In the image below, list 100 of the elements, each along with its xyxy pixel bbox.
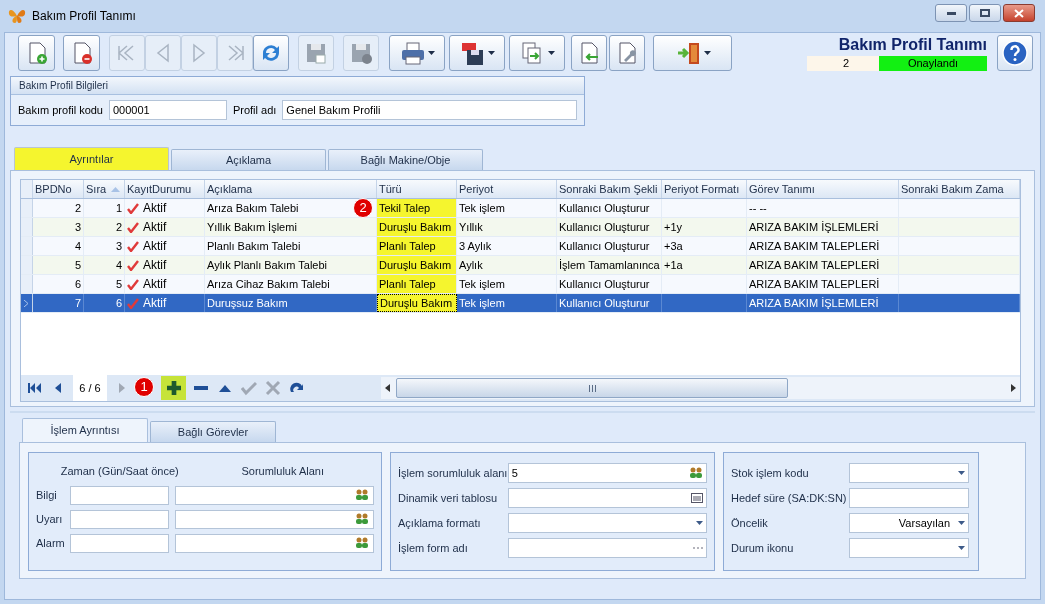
field-label: Hedef süre (SA:DK:SN) [731, 490, 848, 506]
import-button[interactable] [571, 35, 607, 71]
column-header[interactable]: Periyot Formatı [662, 180, 747, 198]
window-title: Bakım Profil Tanımı [32, 8, 136, 25]
field-label: Dinamik veri tablosu [398, 490, 499, 506]
dropdown-caret-icon [958, 521, 965, 525]
table-cell: 4 [84, 256, 125, 274]
pdf-button[interactable] [449, 35, 505, 71]
close-button[interactable] [1003, 4, 1035, 22]
field-label: Öncelik [731, 515, 769, 531]
text-field[interactable]: Genel Bakım Profili [282, 100, 577, 120]
tab[interactable]: Ayrıntılar [14, 147, 169, 170]
cancel-icon [265, 380, 281, 396]
dropdown-caret-icon [958, 546, 965, 550]
table-cell: Aylık [457, 256, 557, 274]
first-icon [26, 380, 42, 396]
new-button[interactable] [18, 35, 55, 71]
field-label: İşlem form adı [398, 540, 469, 556]
table-cell: ARIZA BAKIM TALEPLERİ [747, 237, 899, 255]
time-field[interactable] [69, 509, 170, 529]
check-icon [127, 297, 139, 309]
add-button[interactable] [161, 376, 186, 400]
responsibility-field[interactable] [175, 485, 374, 505]
time-field[interactable] [70, 533, 170, 553]
field-label: Uyarı [36, 511, 64, 527]
table-cell: 5 [84, 275, 125, 293]
status-label: Onaylandı [879, 55, 987, 71]
sort-ascending-icon [111, 187, 120, 192]
dropdown-field[interactable] [849, 538, 969, 558]
input-field[interactable] [507, 488, 707, 508]
table-cell: Yıllık [457, 218, 557, 236]
table-cell: 3 Aylık [457, 237, 557, 255]
column-label: Zaman (Gün/Saat önce) [59, 464, 180, 479]
delete-button[interactable] [63, 35, 100, 71]
table-cell: İşlem Tamamlanınca [557, 256, 662, 274]
column-header[interactable]: Sonraki Bakım Şekli [557, 180, 662, 198]
column-header[interactable]: BPDNo [33, 180, 84, 198]
check-icon [127, 240, 139, 252]
maximize-button[interactable] [969, 4, 1001, 22]
table-cell: Kullanıcı Oluşturur [557, 275, 662, 293]
header-corner [21, 180, 33, 198]
field-label: Açıklama formatı [398, 515, 482, 531]
column-label: Sorumluluk Alanı [240, 464, 325, 479]
column-header[interactable]: Türü [377, 180, 457, 198]
tab[interactable]: Bağlı Görevler [150, 421, 276, 442]
dropdown-caret-icon [488, 51, 495, 55]
time-field[interactable] [69, 485, 170, 505]
tab[interactable]: İşlem Ayrıntısı [22, 418, 148, 442]
table-cell: ARIZA BAKIM TALEPLERİ [747, 275, 899, 293]
record-number: 2 [807, 55, 879, 71]
grid-row[interactable]: 6 5 Aktif Arıza Cihaz Bakım Talebi Planlı Talep Tek işlem Kullanıcı Oluşturur ARIZA BAKIM TALEPLERİ [21, 275, 1020, 294]
column-header[interactable]: KayıtDurumu [125, 180, 205, 198]
grid-row[interactable]: 4 3 Aktif Planlı Bakım Talebi Planlı Talep 3 Aylık Kullanıcı Oluşturur +3a ARIZA BAKIM TALEPLERİ [21, 237, 1020, 256]
row-selector[interactable] [21, 294, 33, 312]
minimize-button[interactable] [935, 4, 967, 22]
dropdown-field[interactable]: Varsayılan [849, 513, 969, 533]
column-header[interactable]: Sıra [84, 180, 125, 198]
table-cell: 3 [84, 237, 125, 255]
grid-row[interactable]: 3 2 Aktif Yıllık Bakım İşlemi Duruşlu Bakım Yıllık Kullanıcı Oluşturur +1y ARIZA BAKIM İŞLEMLERİ [21, 218, 1020, 237]
check-icon [127, 278, 139, 290]
dropdown-field[interactable] [507, 513, 707, 533]
close-icon [1014, 8, 1024, 18]
responsibility-field[interactable] [175, 533, 374, 553]
table-cell: Aktif [125, 237, 205, 255]
table-cell: Duruşlu Bakım [377, 294, 457, 312]
row-pointer-icon [24, 299, 29, 307]
help-button[interactable] [997, 35, 1033, 71]
column-header[interactable]: Açıklama [205, 180, 377, 198]
field-label: Durum ikonu [731, 540, 795, 556]
input-field[interactable] [507, 538, 707, 558]
input-field[interactable]: 5 [507, 463, 707, 483]
dropdown-field[interactable] [849, 463, 969, 483]
horizontal-scrollbar[interactable] [381, 377, 1020, 399]
table-cell: Aktif [125, 275, 205, 293]
callout-badge: 1 [134, 377, 154, 397]
column-header[interactable]: Sonraki Bakım Zama [899, 180, 1020, 198]
help-icon [1002, 40, 1028, 66]
input-field[interactable] [849, 488, 969, 508]
record-position: 6 / 6 [73, 375, 107, 401]
dropdown-caret-icon [428, 51, 435, 55]
refresh-button[interactable] [253, 35, 289, 71]
exit-button[interactable] [653, 35, 732, 71]
column-header[interactable]: Görev Tanımı [747, 180, 899, 198]
tools-button[interactable] [609, 35, 645, 71]
field-label: Bakım profil kodu [18, 102, 103, 118]
tab[interactable]: Açıklama [171, 149, 326, 170]
tab[interactable]: Bağlı Makine/Obje [328, 149, 483, 170]
table-cell: Kullanıcı Oluşturur [557, 294, 662, 312]
table-cell: Tek işlem [457, 275, 557, 293]
field-label: Stok işlem kodu [731, 465, 810, 481]
table-cell: Planlı Talep [377, 237, 457, 255]
grid-row[interactable]: 5 4 Aktif Aylık Planlı Bakım Talebi Duruşlu Bakım Aylık İşlem Tamamlanınca +1a ARIZA BAKIM TALEPLERİ [21, 256, 1020, 275]
dropdown-caret-icon [696, 521, 703, 525]
table-cell: Aktif [125, 218, 205, 236]
column-header[interactable]: Periyot [457, 180, 557, 198]
grid-row[interactable]: 7 6 Aktif Duruşsuz Bakım Duruşlu Bakım Tek işlem Kullanıcı Oluşturur ARIZA BAKIM İŞLEMLERİ [21, 294, 1020, 313]
table-cell: 4 [33, 237, 84, 255]
responsibility-field[interactable] [175, 509, 374, 529]
print-button[interactable] [389, 35, 445, 71]
text-field[interactable]: 000001 [109, 100, 227, 120]
